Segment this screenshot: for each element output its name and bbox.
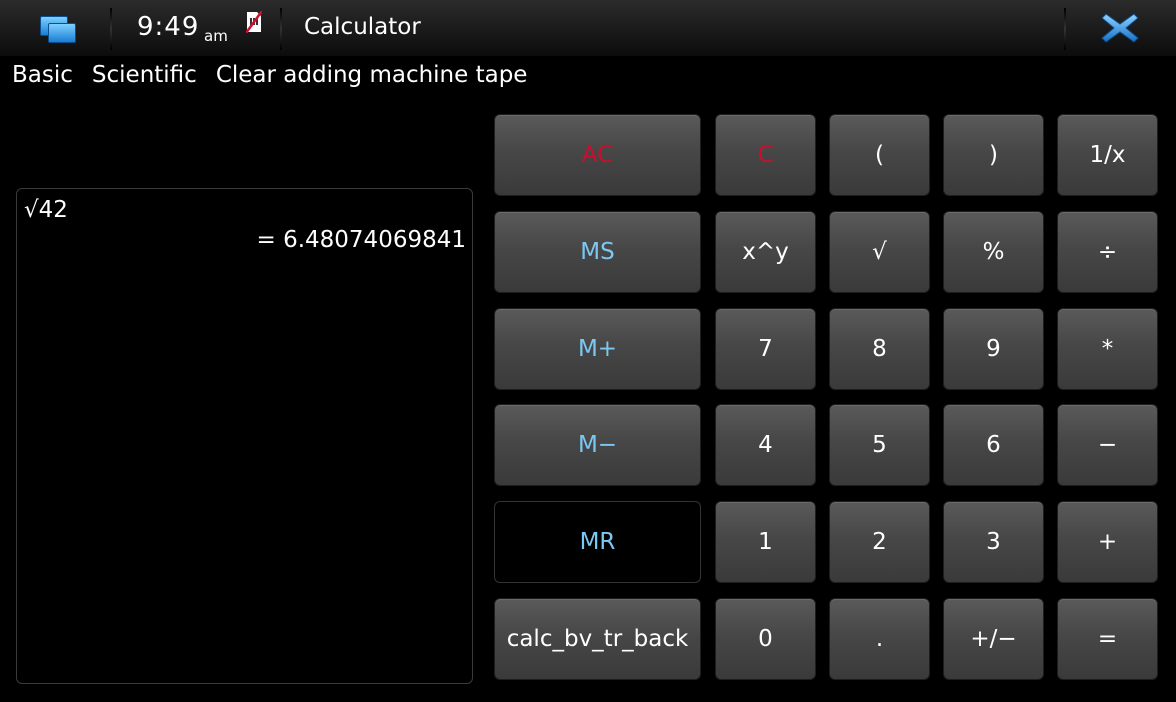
divider — [280, 8, 282, 50]
all-clear-button[interactable]: AC — [494, 114, 701, 196]
digit-3-button[interactable]: 3 — [943, 501, 1044, 583]
digit-9-button[interactable]: 9 — [943, 308, 1044, 390]
memory-subtract-button[interactable]: M− — [494, 404, 701, 486]
task-switcher-icon[interactable] — [38, 12, 78, 44]
close-paren-button[interactable]: ) — [943, 114, 1044, 196]
multiply-button[interactable]: * — [1057, 308, 1158, 390]
digit-8-button[interactable]: 8 — [829, 308, 930, 390]
tape-expression: √42 — [24, 197, 68, 223]
menu-basic[interactable]: Basic — [12, 62, 73, 90]
digit-7-button[interactable]: 7 — [715, 308, 816, 390]
app-title: Calculator — [304, 14, 421, 40]
digit-4-button[interactable]: 4 — [715, 404, 816, 486]
clock-ampm: am — [204, 27, 228, 45]
menu-clear-tape[interactable]: Clear adding machine tape — [216, 62, 528, 90]
open-paren-button[interactable]: ( — [829, 114, 930, 196]
digit-5-button[interactable]: 5 — [829, 404, 930, 486]
status-bar: 9:49 am Calculator — [0, 0, 1176, 57]
close-icon[interactable] — [1100, 10, 1140, 46]
clock-time: 9:49 — [137, 12, 200, 42]
divide-button[interactable]: ÷ — [1057, 211, 1158, 293]
view-menu: Basic Scientific Clear adding machine ta… — [12, 62, 546, 90]
digit-0-button[interactable]: 0 — [715, 598, 816, 680]
reciprocal-button[interactable]: 1/x — [1057, 114, 1158, 196]
memory-add-button[interactable]: M+ — [494, 308, 701, 390]
decimal-point-button[interactable]: . — [829, 598, 930, 680]
memory-recall-button[interactable]: MR — [494, 501, 701, 583]
menu-scientific[interactable]: Scientific — [92, 62, 197, 90]
tape-result: = 6.48074069841 — [256, 227, 467, 253]
digit-6-button[interactable]: 6 — [943, 404, 1044, 486]
divider — [1064, 8, 1066, 50]
equals-button[interactable]: = — [1057, 598, 1158, 680]
adding-machine-tape[interactable]: √42 = 6.48074069841 — [16, 188, 473, 684]
digit-2-button[interactable]: 2 — [829, 501, 930, 583]
memory-store-button[interactable]: MS — [494, 211, 701, 293]
minus-button[interactable]: − — [1057, 404, 1158, 486]
plus-button[interactable]: + — [1057, 501, 1158, 583]
divider — [110, 8, 112, 50]
percent-button[interactable]: % — [943, 211, 1044, 293]
clear-button[interactable]: C — [715, 114, 816, 196]
power-button[interactable]: x^y — [715, 211, 816, 293]
sqrt-button[interactable]: √ — [829, 211, 930, 293]
no-sim-icon — [246, 11, 262, 33]
negate-button[interactable]: +/− — [943, 598, 1044, 680]
backspace-button[interactable]: calc_bv_tr_back — [494, 598, 701, 680]
digit-1-button[interactable]: 1 — [715, 501, 816, 583]
